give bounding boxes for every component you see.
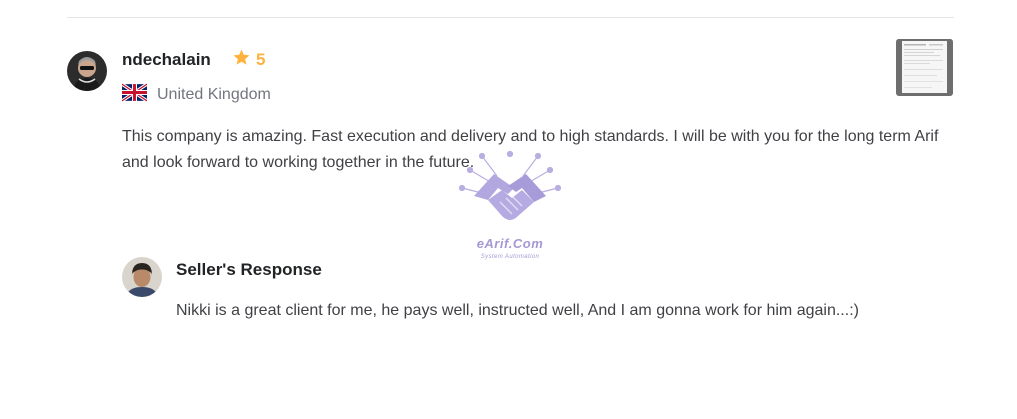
star-icon: [232, 48, 251, 72]
rating: 5: [232, 48, 265, 72]
reviewer-country: United Kingdom: [121, 82, 271, 107]
reviewer-avatar[interactable]: [67, 51, 107, 91]
seller-response-text: Nikki is a great client for me, he pays …: [176, 302, 859, 319]
seller-avatar[interactable]: [122, 257, 162, 297]
handshake-icon: [458, 150, 562, 220]
review-attachment-thumbnail[interactable]: [896, 39, 953, 96]
reviewer-username[interactable]: ndechalain: [122, 48, 211, 72]
country-name: United Kingdom: [157, 86, 271, 103]
seller-response-heading: Seller's Response: [176, 260, 322, 279]
rating-value: 5: [256, 50, 266, 69]
watermark-title: eArif.Com: [476, 236, 544, 251]
watermark-subtitle: System Automation: [480, 254, 540, 260]
top-divider: [67, 17, 954, 18]
watermark-logo: eArif.Com System Automation: [452, 148, 568, 268]
uk-flag-icon: [121, 82, 148, 107]
